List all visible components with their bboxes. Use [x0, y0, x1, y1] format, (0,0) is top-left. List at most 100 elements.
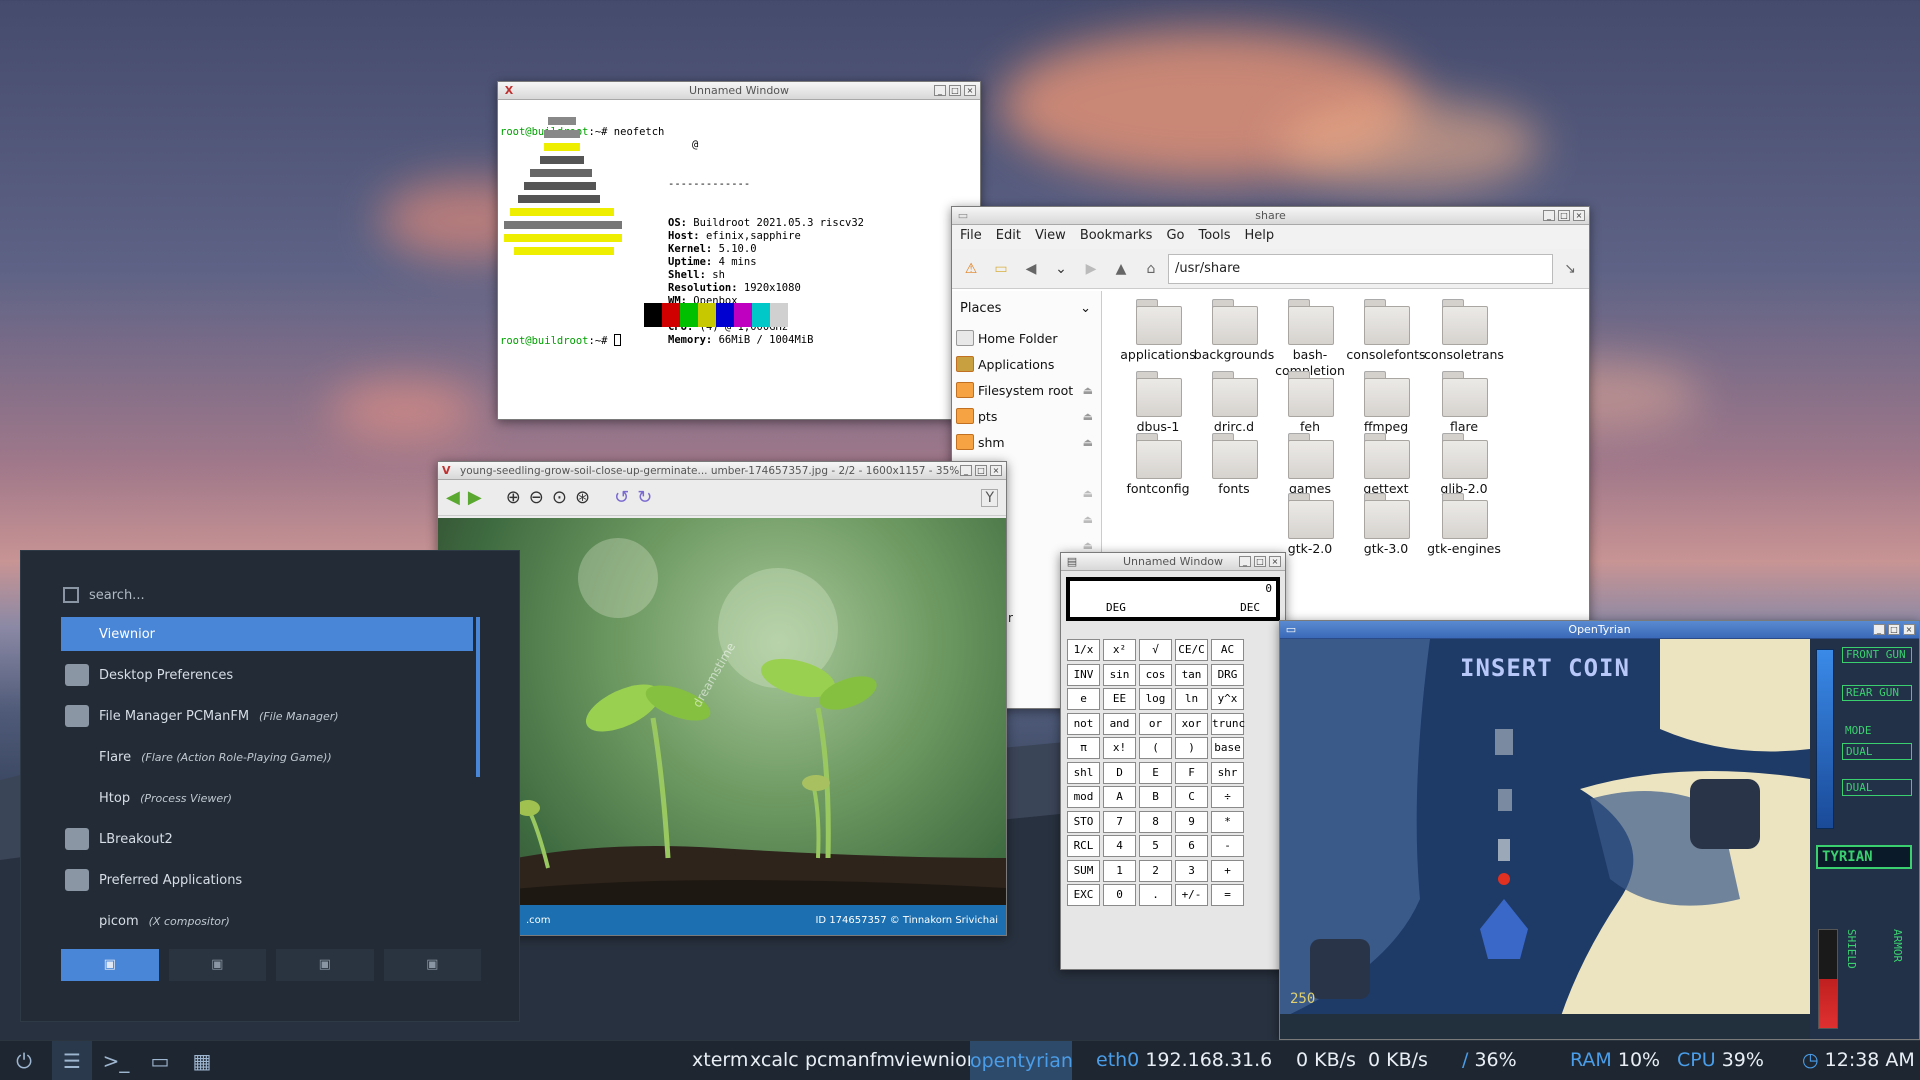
minimize-button[interactable]: _	[1543, 210, 1555, 221]
calc-key[interactable]: or	[1139, 712, 1172, 735]
calc-key[interactable]: x!	[1103, 737, 1136, 759]
game-viewport[interactable]: INSERT COIN 250	[1280, 639, 1810, 1039]
folder-item[interactable]: drirc.d	[1190, 371, 1278, 435]
close-button[interactable]: ×	[990, 465, 1002, 476]
menu-icon[interactable]: Y	[981, 488, 998, 507]
terminal-icon[interactable]: >_	[96, 1041, 136, 1080]
calc-key[interactable]: A	[1103, 786, 1136, 808]
menu-tools[interactable]: Tools	[1198, 228, 1230, 246]
folder-item[interactable]: gettext	[1342, 433, 1430, 497]
calc-key[interactable]: SUM	[1067, 859, 1100, 882]
next-arrow-icon[interactable]: ▶	[468, 487, 482, 508]
category-tab-2[interactable]: ▣	[168, 949, 266, 981]
menu-edit[interactable]: Edit	[996, 228, 1021, 246]
calc-key[interactable]: RCL	[1067, 835, 1100, 857]
calc-key[interactable]: shl	[1067, 761, 1100, 784]
menu-item[interactable]: Desktop Preferences	[61, 658, 473, 692]
folder-item[interactable]: consoletrans	[1420, 299, 1508, 363]
calc-key[interactable]: AC	[1211, 639, 1244, 661]
calc-key[interactable]: not	[1067, 712, 1100, 735]
calc-key[interactable]: 2	[1139, 859, 1172, 882]
search-input[interactable]: search...	[89, 588, 145, 603]
eject-icon[interactable]: ⏏	[1083, 384, 1093, 397]
home-button[interactable]: ⌂	[1138, 256, 1164, 282]
folder-item[interactable]: consolefonts	[1342, 299, 1430, 363]
maximize-button[interactable]: □	[975, 465, 987, 476]
chevron-down-icon[interactable]: ⌄	[1080, 301, 1091, 316]
calc-key[interactable]: tan	[1175, 663, 1208, 686]
calc-key[interactable]: cos	[1139, 663, 1172, 686]
place-pts[interactable]: pts ⏏	[952, 403, 1101, 429]
folder-item[interactable]: gtk-engines	[1420, 493, 1508, 557]
power-icon[interactable]: ⏻	[4, 1041, 44, 1080]
zoom-out-icon[interactable]: ⊖	[529, 487, 544, 508]
folder-item[interactable]: gtk-2.0	[1266, 493, 1354, 557]
calc-key[interactable]: INV	[1067, 663, 1100, 686]
category-tab-1[interactable]: ▣	[61, 949, 159, 981]
xcalc-titlebar[interactable]: ▤ Unnamed Window _ □ ×	[1061, 553, 1285, 571]
close-button[interactable]: ×	[964, 85, 976, 96]
zoom-fit-icon[interactable]: ⊛	[575, 487, 590, 508]
menu-bookmarks[interactable]: Bookmarks	[1080, 228, 1153, 246]
calc-key[interactable]: )	[1175, 737, 1208, 759]
category-tab-3[interactable]: ▣	[276, 949, 374, 981]
task-viewnior[interactable]: viewnior	[894, 1049, 975, 1071]
maximize-button[interactable]: □	[949, 85, 961, 96]
folder-item[interactable]: flare	[1420, 371, 1508, 435]
opentyrian-window[interactable]: ▭ OpenTyrian _ □ × INSERT COIN 250 FRONT…	[1279, 620, 1920, 1040]
calc-key[interactable]: EE	[1103, 688, 1136, 710]
calc-key[interactable]: +/-	[1175, 884, 1208, 906]
folder-item[interactable]: ffmpeg	[1342, 371, 1430, 435]
opentyrian-titlebar[interactable]: ▭ OpenTyrian _ □ ×	[1280, 621, 1919, 639]
calc-key[interactable]: e	[1067, 688, 1100, 710]
calc-key[interactable]: y^x	[1211, 688, 1244, 710]
minimize-button[interactable]: _	[960, 465, 972, 476]
minimize-button[interactable]: _	[1873, 624, 1885, 635]
zoom-normal-icon[interactable]: ⊙	[552, 487, 567, 508]
category-tab-4[interactable]: ▣	[383, 949, 481, 981]
clock[interactable]: ◷ 12:38 AM	[1802, 1049, 1915, 1071]
calc-key[interactable]: trunc	[1211, 712, 1245, 735]
menu-item[interactable]: Preferred Applications	[61, 863, 473, 897]
calc-key[interactable]: shr	[1211, 761, 1244, 784]
eject-icon[interactable]: ⏏	[1083, 410, 1093, 423]
calc-key[interactable]: sin	[1103, 663, 1136, 686]
zoom-in-icon[interactable]: ⊕	[506, 487, 521, 508]
folder-item[interactable]: bash- completion	[1266, 299, 1354, 379]
menu-go[interactable]: Go	[1166, 228, 1184, 246]
history-button[interactable]: ⌄	[1048, 256, 1074, 282]
calc-key[interactable]: -	[1211, 835, 1244, 857]
minimize-button[interactable]: _	[1239, 556, 1251, 567]
close-button[interactable]: ×	[1269, 556, 1281, 567]
calc-key[interactable]: EXC	[1067, 884, 1100, 906]
maximize-button[interactable]: □	[1558, 210, 1570, 221]
folder-item[interactable]: dbus-1	[1114, 371, 1202, 435]
xterm-titlebar[interactable]: X Unnamed Window _ □ ×	[498, 82, 980, 100]
calc-key[interactable]: F	[1175, 761, 1208, 784]
place-shm[interactable]: shm ⏏	[952, 429, 1101, 455]
calc-key[interactable]: STO	[1067, 810, 1100, 833]
folder-item[interactable]: gtk-3.0	[1342, 493, 1430, 557]
calc-key[interactable]: 9	[1175, 810, 1208, 833]
folder-icon[interactable]: ▭	[140, 1041, 180, 1080]
new-tab-button[interactable]: ▭	[988, 256, 1014, 282]
calc-key[interactable]: π	[1067, 737, 1100, 759]
calc-key[interactable]: and	[1103, 712, 1136, 735]
calc-key[interactable]: (	[1139, 737, 1172, 759]
prev-arrow-icon[interactable]: ◀	[446, 487, 460, 508]
forward-button[interactable]: ▶	[1078, 256, 1104, 282]
calc-key[interactable]: 4	[1103, 835, 1136, 857]
folder-item[interactable]: feh	[1266, 371, 1354, 435]
up-button[interactable]: ▲	[1108, 256, 1134, 282]
task-xcalc[interactable]: xcalc	[750, 1049, 799, 1071]
calc-key[interactable]: base	[1211, 737, 1244, 759]
menu-item[interactable]: Flare (Flare (Action Role-Playing Game))	[61, 740, 473, 774]
menu-icon[interactable]: ☰	[52, 1041, 92, 1080]
menu-scrollbar[interactable]	[476, 617, 480, 777]
maximize-button[interactable]: □	[1888, 624, 1900, 635]
calc-key[interactable]: +	[1211, 859, 1244, 882]
calc-key[interactable]: 1	[1103, 859, 1136, 882]
calc-key[interactable]: √	[1139, 639, 1172, 661]
back-button[interactable]: ◀	[1018, 256, 1044, 282]
xterm-window[interactable]: X Unnamed Window _ □ × root@buildroot:~#…	[497, 81, 981, 420]
